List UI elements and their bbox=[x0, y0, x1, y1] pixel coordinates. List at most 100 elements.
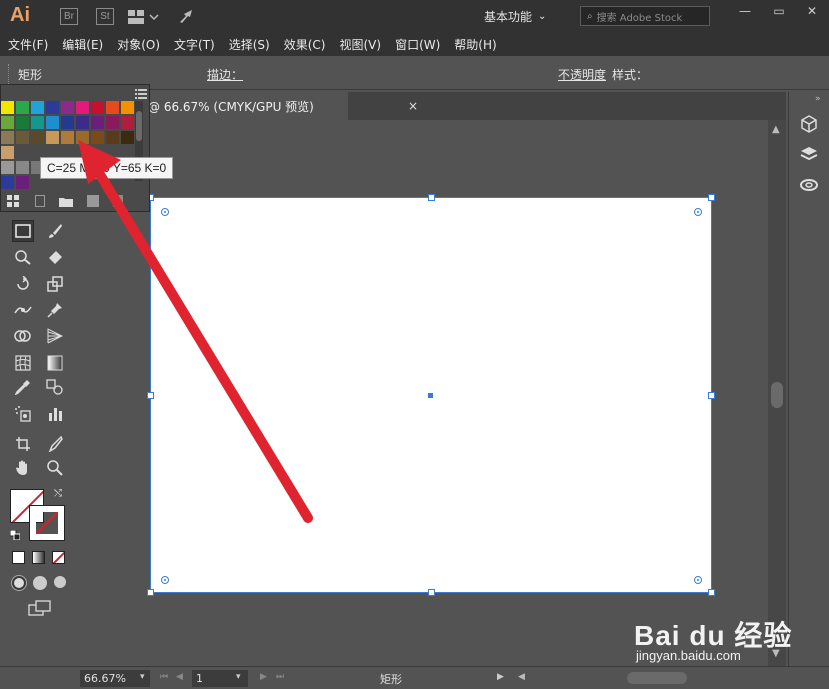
menu-object[interactable]: 对象(O) bbox=[117, 36, 160, 53]
color-swatch[interactable] bbox=[16, 131, 29, 144]
arrange-documents-icon[interactable] bbox=[128, 10, 159, 24]
color-swatch[interactable] bbox=[91, 131, 104, 144]
screen-mode-icon[interactable] bbox=[28, 600, 52, 619]
eraser-tool-icon[interactable] bbox=[44, 246, 66, 268]
zoom-tool-icon[interactable] bbox=[44, 457, 66, 479]
blend-tool-icon[interactable] bbox=[44, 376, 66, 398]
horizontal-scrollbar-thumb[interactable] bbox=[627, 672, 687, 684]
width-tool-icon[interactable] bbox=[12, 299, 34, 321]
vertical-scrollbar[interactable]: ▲ ▼ bbox=[768, 120, 786, 666]
handle-top-right[interactable] bbox=[708, 194, 715, 201]
rotate-tool-icon[interactable] bbox=[12, 273, 34, 295]
color-swatch[interactable] bbox=[121, 101, 134, 114]
menu-effect[interactable]: 效果(C) bbox=[284, 36, 326, 53]
bridge-button[interactable]: Br bbox=[60, 8, 78, 25]
color-swatch[interactable] bbox=[1, 101, 14, 114]
menu-select[interactable]: 选择(S) bbox=[229, 36, 270, 53]
puppet-warp-tool-icon[interactable] bbox=[44, 299, 66, 321]
minimize-button[interactable]: — bbox=[728, 0, 762, 22]
layers-icon[interactable] bbox=[799, 144, 819, 164]
color-swatch[interactable] bbox=[121, 116, 134, 129]
swatch-scrollbar-thumb[interactable] bbox=[136, 111, 142, 141]
color-swatch[interactable] bbox=[1, 176, 14, 189]
collapse-panels-icon[interactable]: » bbox=[815, 94, 821, 104]
document-tab[interactable]: @ 66.67% (CMYK/GPU 预览) × bbox=[140, 92, 418, 120]
color-swatch[interactable] bbox=[46, 116, 59, 129]
scrollbar-thumb[interactable] bbox=[771, 382, 783, 408]
draw-behind-icon[interactable] bbox=[33, 576, 47, 590]
color-swatch[interactable] bbox=[61, 101, 74, 114]
symbol-sprayer-tool-icon[interactable] bbox=[12, 403, 34, 425]
hand-tool-icon[interactable] bbox=[12, 457, 34, 479]
canvas-area[interactable] bbox=[78, 120, 768, 666]
swatch-panel-menu-icon[interactable] bbox=[135, 88, 147, 102]
handle-bottom-center[interactable] bbox=[428, 589, 435, 596]
next-artboard-icon[interactable]: ▶ bbox=[260, 672, 267, 682]
paintbrush-tool-icon[interactable] bbox=[44, 220, 66, 242]
mesh-tool-icon[interactable] bbox=[12, 352, 34, 374]
handle-middle-left[interactable] bbox=[147, 392, 154, 399]
color-swatch[interactable] bbox=[16, 116, 29, 129]
slice-tool-icon[interactable] bbox=[44, 433, 66, 455]
menu-type[interactable]: 文字(T) bbox=[174, 36, 215, 53]
color-swatch[interactable] bbox=[76, 116, 89, 129]
last-artboard-icon[interactable]: ⏭ bbox=[276, 672, 284, 682]
corner-radius-widget-top-left[interactable] bbox=[161, 208, 169, 216]
shaper-tool-icon[interactable] bbox=[12, 246, 34, 268]
gpu-performance-icon[interactable] bbox=[178, 8, 198, 27]
zoom-dropdown-icon[interactable]: ▾ bbox=[140, 672, 145, 682]
swatch-libraries-icon[interactable] bbox=[7, 195, 19, 210]
gradient-tool-icon[interactable] bbox=[44, 352, 66, 374]
new-color-group-icon[interactable] bbox=[59, 196, 73, 210]
gradient-mode-icon[interactable] bbox=[32, 551, 45, 564]
color-swatch[interactable] bbox=[16, 176, 29, 189]
color-swatch[interactable] bbox=[106, 131, 119, 144]
color-swatch[interactable] bbox=[121, 131, 134, 144]
menu-file[interactable]: 文件(F) bbox=[8, 36, 48, 53]
corner-radius-widget-top-right[interactable] bbox=[694, 208, 702, 216]
color-swatch[interactable] bbox=[76, 101, 89, 114]
color-swatch[interactable] bbox=[106, 116, 119, 129]
color-swatch[interactable] bbox=[76, 131, 89, 144]
color-swatch[interactable] bbox=[16, 101, 29, 114]
new-swatch-icon[interactable] bbox=[87, 195, 99, 207]
perspective-grid-tool-icon[interactable] bbox=[44, 325, 66, 347]
stock-button[interactable]: St bbox=[96, 8, 114, 25]
delete-swatch-icon[interactable] bbox=[113, 195, 123, 207]
corner-radius-widget-bottom-right[interactable] bbox=[694, 576, 702, 584]
first-artboard-icon[interactable]: ⏮ bbox=[160, 672, 168, 682]
draw-normal-icon[interactable] bbox=[11, 575, 27, 591]
horizontal-scroll-left-icon[interactable]: ◀ bbox=[518, 672, 525, 682]
color-mode-icon[interactable] bbox=[12, 551, 25, 564]
handle-bottom-left[interactable] bbox=[147, 589, 154, 596]
status-menu-icon[interactable]: ▶ bbox=[497, 672, 504, 682]
color-swatch[interactable] bbox=[31, 131, 44, 144]
artboard-tool-icon[interactable] bbox=[12, 433, 34, 455]
color-swatch[interactable] bbox=[1, 131, 14, 144]
color-swatch[interactable] bbox=[31, 101, 44, 114]
swap-fill-stroke-icon[interactable]: ⤭ bbox=[54, 488, 62, 499]
color-swatch[interactable] bbox=[31, 116, 44, 129]
color-swatch[interactable] bbox=[91, 101, 104, 114]
stock-search-input[interactable]: ⌕ 搜索 Adobe Stock bbox=[580, 6, 710, 26]
color-swatch[interactable] bbox=[46, 101, 59, 114]
libraries-icon[interactable] bbox=[799, 114, 819, 134]
column-graph-tool-icon[interactable] bbox=[44, 403, 66, 425]
menu-help[interactable]: 帮助(H) bbox=[454, 36, 496, 53]
workspace-switcher[interactable]: 基本功能 ⌄ bbox=[484, 6, 564, 26]
handle-middle-right[interactable] bbox=[708, 392, 715, 399]
eyedropper-tool-icon[interactable] bbox=[12, 376, 34, 398]
color-swatch[interactable] bbox=[61, 131, 74, 144]
color-swatch[interactable] bbox=[46, 131, 59, 144]
close-document-icon[interactable]: × bbox=[408, 99, 418, 113]
opacity-label[interactable]: 不透明度 bbox=[558, 65, 606, 85]
color-swatch[interactable] bbox=[106, 101, 119, 114]
menu-view[interactable]: 视图(V) bbox=[339, 36, 381, 53]
stroke-label[interactable]: 描边： bbox=[207, 65, 243, 85]
swatch-kinds-icon[interactable] bbox=[35, 195, 45, 207]
shape-builder-tool-icon[interactable] bbox=[12, 325, 34, 347]
color-swatch[interactable] bbox=[1, 116, 14, 129]
previous-artboard-icon[interactable]: ◀ bbox=[176, 672, 183, 682]
maximize-button[interactable]: ▭ bbox=[762, 0, 796, 22]
default-fill-stroke-icon[interactable] bbox=[9, 529, 21, 541]
